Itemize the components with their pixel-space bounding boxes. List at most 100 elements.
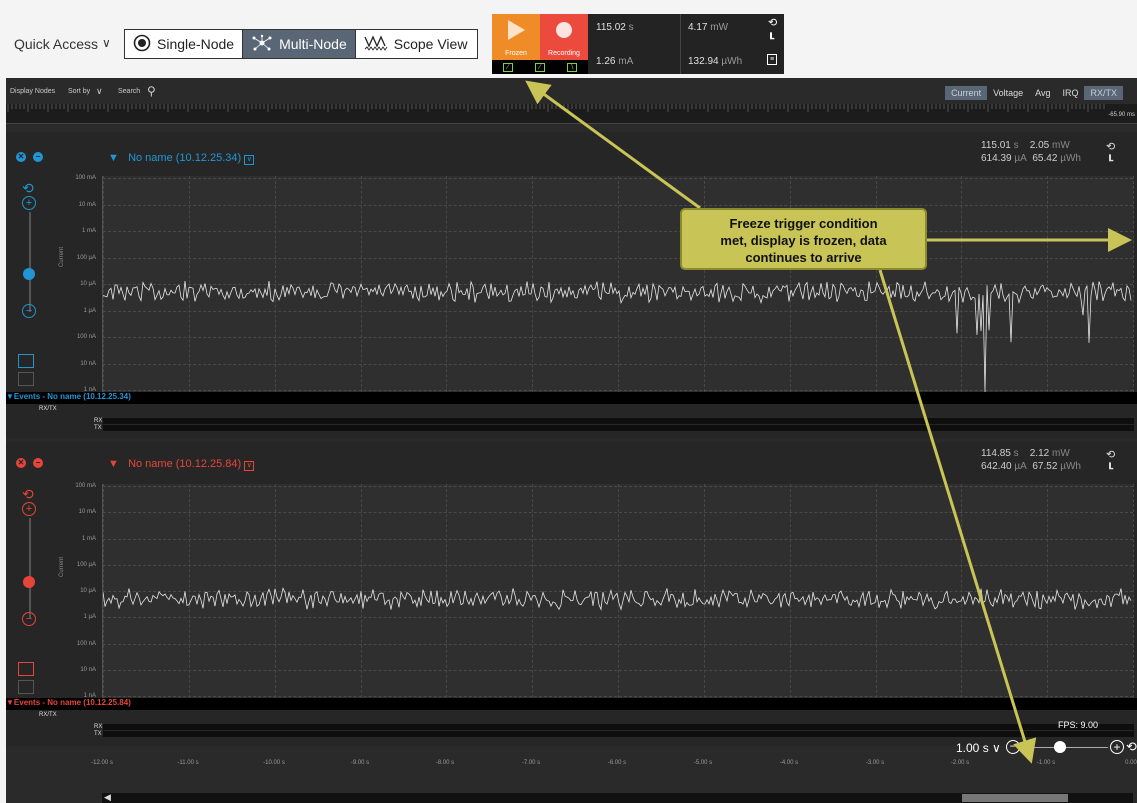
zoom-in-icon[interactable]: + [1110,740,1124,754]
scope-view-label: Scope View [393,36,468,52]
log-scale-icon[interactable] [18,662,34,676]
display-nodes-button[interactable]: Display Nodes [10,88,55,95]
reset-zoom-icon[interactable]: ⟲ [22,180,34,197]
events-header[interactable]: ▼Events - No name (10.12.25.84) [6,698,1137,710]
close-icon[interactable]: ✕ [16,152,26,162]
reset-icon[interactable]: ⟲ [1106,140,1115,153]
zoom-track[interactable] [29,518,31,618]
linear-scale-icon[interactable] [18,372,34,386]
chevron-down-icon[interactable]: ∨ [102,36,111,50]
zoom-in-icon[interactable]: + [22,502,36,516]
close-icon[interactable]: ✕ [16,458,26,468]
energy-readout: 132.94 µWh [688,56,742,67]
time-ruler[interactable]: -65.90 ms [6,104,1137,124]
multi-node-button[interactable]: Multi-Node [243,30,356,58]
horizontal-scrollbar[interactable]: ◀ [102,792,1133,803]
y-tick-label: 1 nA [83,693,96,699]
y-tick-label: 1 nA [83,387,96,393]
tx-track [103,425,1134,431]
recording-label: Recording [548,50,580,57]
x-tick-label: 0.00 [1125,760,1137,766]
quick-access-label[interactable]: Quick Access [14,36,98,52]
frozen-button[interactable]: Frozen [492,14,540,60]
log-scale-icon[interactable] [18,354,34,368]
expand-icon[interactable]: ∨ [244,155,255,165]
search-button[interactable]: Search [118,88,140,95]
single-node-button[interactable]: Single-Node [125,30,244,58]
node-stats: 114.85 s 2.12 mW 642.40 µA 67.52 µWh [981,448,1081,472]
events-header[interactable]: ▼Events - No name (10.12.25.34) [6,392,1137,404]
current-value: 1.26 [596,56,616,67]
y-tick-label: 10 µA [80,588,96,594]
zoom-out-icon[interactable]: − [1006,740,1020,754]
main-panel: Display Nodes Sort by ∨ Search ⚲ Current… [6,78,1137,803]
reset-icon[interactable]: ⟲ [768,16,777,29]
current-readout: 1.26 mA [596,56,633,67]
display-toolbar: Display Nodes Sort by ∨ Search ⚲ Current… [6,84,1137,102]
waveform-plot[interactable] [102,484,1134,698]
y-tick-label: 100 mA [75,175,96,181]
time-zoom-select[interactable]: 1.00 s ∨ [956,741,1001,755]
trigger-rising-icon[interactable]: ∕ [535,62,545,72]
chevron-down-icon[interactable]: ∨ [96,86,103,97]
tab-avg[interactable]: Avg [1029,86,1056,100]
y-tick-label: 100 µA [76,255,96,261]
linear-scale-icon[interactable] [18,680,34,694]
node-power: 2.05 [1029,140,1050,151]
bar-chart-icon[interactable]: ┖ [1107,156,1113,167]
reset-zoom-icon[interactable]: ⟲ [22,486,34,503]
node-energy: 67.52 [1032,461,1058,472]
y-tick-label: 100 µA [76,562,96,568]
scroll-left-icon[interactable]: ◀ [104,792,111,803]
zoom-out-icon[interactable]: − [22,304,36,318]
x-tick-label: -3.00 s [865,760,885,766]
zoom-in-icon[interactable]: + [22,196,36,210]
reset-icon[interactable]: ⟲ [1126,739,1137,755]
list-icon[interactable]: ≡ [767,54,777,65]
time-zoom-track[interactable] [1024,747,1108,748]
time-readout: 115.02 s [596,22,634,33]
tab-irq[interactable]: IRQ [1056,86,1084,100]
node-title[interactable]: ▼ No name (10.12.25.34) ∨ [108,152,255,165]
trigger-rising-icon[interactable]: ∕ [503,62,513,72]
minimize-icon[interactable]: − [33,152,43,162]
zoom-track[interactable] [29,212,31,312]
rxtx-label: RX/TX [39,406,57,412]
waveform-plot[interactable] [102,176,1134,392]
ruler-label: -65.90 ms [1108,112,1135,118]
bar-chart-icon[interactable]: ┖ [1107,464,1113,475]
power-unit: mW [710,22,729,33]
time-zoom-knob[interactable] [1054,741,1066,753]
zoom-knob[interactable] [23,268,35,280]
waveform-trace [103,587,1132,611]
trigger-falling-icon[interactable]: ∖ [567,62,577,72]
reset-icon[interactable]: ⟲ [1106,448,1115,461]
zoom-out-icon[interactable]: − [22,612,36,626]
node-name: No name (10.12.25.34) [128,152,242,164]
scroll-thumb[interactable] [962,794,1068,802]
measure-mode-tabs: Current Voltage Avg IRQ RX/TX [945,86,1123,100]
minimize-icon[interactable]: − [33,458,43,468]
y-tick-label: 1 mA [81,228,96,234]
time-value: 115.02 [596,22,626,33]
tab-voltage[interactable]: Voltage [987,86,1029,100]
y-tick-label: 10 mA [78,202,96,208]
tab-rxtx[interactable]: RX/TX [1084,86,1123,100]
scope-view-button[interactable]: Scope View [356,30,476,58]
energy-value: 132.94 [688,56,719,67]
tx-track [103,731,1134,737]
annotation-callout: Freeze trigger condition met, display is… [680,208,927,270]
recording-button[interactable]: Recording [540,14,588,60]
node-title[interactable]: ▼ No name (10.12.25.84) ∨ [108,458,255,471]
tab-current[interactable]: Current [945,86,988,100]
sort-by-button[interactable]: Sort by [68,88,90,95]
zoom-knob[interactable] [23,576,35,588]
events-label: Events - No name (10.12.25.84) [13,698,131,707]
bar-chart-icon[interactable]: ┖ [768,34,774,45]
record-icon [556,22,572,38]
power-readout: 4.17 mW [688,22,728,33]
energy-unit: µWh [721,56,743,67]
node-power: 2.12 [1029,448,1050,459]
search-icon[interactable]: ⚲ [147,84,156,98]
expand-icon[interactable]: ∨ [244,461,255,471]
